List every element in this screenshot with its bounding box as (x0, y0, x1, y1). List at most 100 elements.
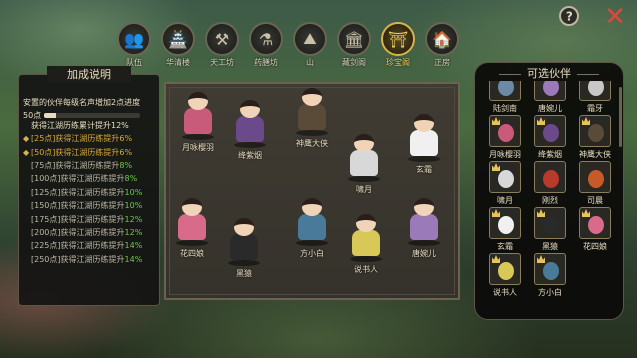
bonus-level-percent: 12% (124, 214, 143, 224)
bonus-level-row: [75点]获得江湖历练提升 8% (23, 159, 142, 172)
bonus-level-text: [175点]获得江湖历练提升 (31, 214, 125, 224)
stage-hero[interactable]: 神鹰大侠 (290, 86, 334, 149)
bonus-level-text: [250点]获得江湖历练提升 (31, 254, 125, 264)
partner-card[interactable]: 霜牙 (575, 81, 615, 114)
stage-hero[interactable]: 花四娘 (170, 196, 214, 259)
close-button[interactable]: ✕ (603, 4, 627, 30)
help-icon: ? (565, 9, 573, 23)
partner-name: 玄霜 (497, 242, 513, 251)
partner-card[interactable]: 刚烈 (530, 161, 570, 206)
partner-name: 神鹰大侠 (579, 150, 611, 159)
partner-avatar (579, 161, 611, 193)
bonus-level-text: [150点]获得江湖历练提升 (31, 201, 125, 211)
progress-bar (44, 113, 141, 118)
partner-avatar (579, 207, 611, 239)
hero-figure (342, 132, 386, 182)
bonus-level-text: [75点]获得江湖历练提升 (31, 160, 120, 170)
scrollbar[interactable] (619, 87, 622, 147)
hero-figure (222, 216, 266, 266)
bonus-level-text: [25点]获得江湖历练提升 (31, 134, 120, 144)
hero-name: 唐婉儿 (412, 249, 436, 258)
hero-name: 黑猿 (236, 269, 252, 278)
bonus-level-text: [225点]获得江湖历练提升 (31, 241, 125, 251)
partner-card[interactable]: 说书人 (485, 253, 525, 298)
crown-icon (582, 209, 590, 217)
stage-hero[interactable]: 唐婉儿 (402, 196, 446, 259)
hero-figure (176, 90, 220, 140)
tab-bar: 👥 队伍 🏯 华清楼 ⚒ 天工坊 ⚗ 药膳坊 ⛰ 山 🏛 藏剑阁 ⛩ 珍宝阁 🏠 正房 (112, 22, 464, 70)
tab-cauldron[interactable]: ⚗ 药膳坊 (244, 22, 288, 70)
partner-card[interactable]: 方小白 (530, 253, 570, 298)
tab-treasure-pavilion[interactable]: ⛩ 珍宝阁 (376, 22, 420, 70)
stage-hero[interactable]: 月咏樱羽 (176, 90, 220, 153)
bonus-level-row: [175点]获得江湖历练提升 12% (23, 212, 142, 225)
tab-workshop[interactable]: ⚒ 天工坊 (200, 22, 244, 70)
stage-hero[interactable]: 玄霜 (402, 112, 446, 175)
cauldron-icon: ⚗ (249, 22, 283, 56)
tab-pavilion[interactable]: 🏛 藏剑阁 (332, 22, 376, 70)
partner-avatar (534, 115, 566, 147)
bonus-level-list: ◆ [25点]获得江湖历练提升 6% ◆ [50点]获得江湖历练提升 6% [75点]获得江… (23, 132, 142, 266)
partner-name: 黑猿 (542, 242, 558, 251)
crown-icon (537, 209, 545, 217)
bonus-level-row: [150点]获得江湖历练提升 10% (23, 199, 142, 212)
partner-card[interactable]: 绛紫烟 (530, 115, 570, 160)
partner-card[interactable]: 司晨 (575, 161, 615, 206)
partner-card[interactable]: 月咏樱羽 (485, 115, 525, 160)
display-stage: 月咏樱羽 绛紫烟 神鹰大侠 啸月 玄霜花四娘黑猿 方小白 说书人 唐婉儿 (164, 82, 460, 300)
bonus-level-text: [200点]获得江湖历练提升 (31, 227, 125, 237)
tab-mountain[interactable]: ⛰ 山 (288, 22, 332, 70)
stage-hero[interactable]: 说书人 (344, 212, 388, 275)
partner-avatar (489, 207, 521, 239)
partner-name: 啸月 (497, 196, 513, 205)
tab-team[interactable]: 👥 队伍 (112, 22, 156, 70)
tab-label: 华清楼 (166, 58, 190, 67)
hero-figure (290, 86, 334, 136)
hero-name: 方小白 (300, 249, 324, 258)
partner-name: 刚烈 (542, 196, 558, 205)
stage-hero[interactable]: 黑猿 (222, 216, 266, 279)
bonus-level-row: ◆ [25点]获得江湖历练提升 6% (23, 132, 142, 145)
hero-figure (402, 196, 446, 246)
bonus-description: 安置的伙伴每级名声增加2点进度 (23, 98, 141, 107)
partner-name: 司晨 (587, 196, 603, 205)
partner-avatar (489, 81, 521, 101)
bonus-level-row: ◆ [50点]获得江湖历练提升 6% (23, 145, 142, 158)
bonus-level-percent: 8% (119, 160, 133, 170)
house-icon: 🏠 (425, 22, 459, 56)
partner-grid: 陆剑南 唐婉儿 霜牙月咏樱羽 绛紫烟 神鹰大侠啸月 刚烈 司晨玄霜 黑猿 花四娘说书人 方小白 (485, 81, 619, 317)
bonus-level-percent: 10% (124, 201, 143, 211)
tab-label: 山 (306, 58, 314, 67)
partner-avatar (534, 161, 566, 193)
partner-card[interactable]: 玄霜 (485, 207, 525, 252)
bonus-panel: 加成说明 安置的伙伴每级名声增加2点进度 50点 获得江湖历练累计提升12% ◆… (18, 66, 160, 306)
tab-building[interactable]: 🏯 华清楼 (156, 22, 200, 70)
hero-figure (170, 196, 214, 246)
partner-card[interactable]: 唐婉儿 (530, 81, 570, 114)
stage-hero[interactable]: 绛紫烟 (228, 98, 272, 161)
hero-name: 玄霜 (416, 165, 432, 174)
partner-avatar (534, 253, 566, 285)
partner-card[interactable]: 啸月 (485, 161, 525, 206)
partner-name: 月咏樱羽 (489, 150, 521, 159)
stage-hero[interactable]: 啸月 (342, 132, 386, 195)
partner-panel: 可选伙伴 陆剑南 唐婉儿 霜牙 月咏樱羽 绛紫烟 神鹰大侠 啸月 刚烈 司晨 玄霜 黑猿 花四娘 说书人… (474, 62, 624, 320)
diamond-icon: ◆ (23, 147, 30, 157)
partner-card[interactable]: 陆剑南 (485, 81, 525, 114)
partner-card[interactable]: 神鹰大侠 (575, 115, 615, 160)
current-bonus: 获得江湖历练累计提升12% (31, 121, 129, 130)
bonus-level-row: [125点]获得江湖历练提升 10% (23, 186, 142, 199)
stage-hero[interactable]: 方小白 (290, 196, 334, 259)
bonus-level-text: [100点]获得江湖历练提升 (31, 174, 125, 184)
partner-card[interactable]: 花四娘 (575, 207, 615, 252)
partner-avatar (579, 81, 611, 101)
tab-label: 天工坊 (210, 58, 234, 67)
bonus-level-percent: 10% (124, 187, 143, 197)
tab-label: 正房 (434, 58, 450, 67)
crown-icon (582, 117, 590, 125)
crown-icon (492, 163, 500, 171)
bonus-level-percent: 12% (124, 227, 143, 237)
partner-card[interactable]: 黑猿 (530, 207, 570, 252)
crown-icon (537, 117, 545, 125)
tab-house[interactable]: 🏠 正房 (420, 22, 464, 70)
